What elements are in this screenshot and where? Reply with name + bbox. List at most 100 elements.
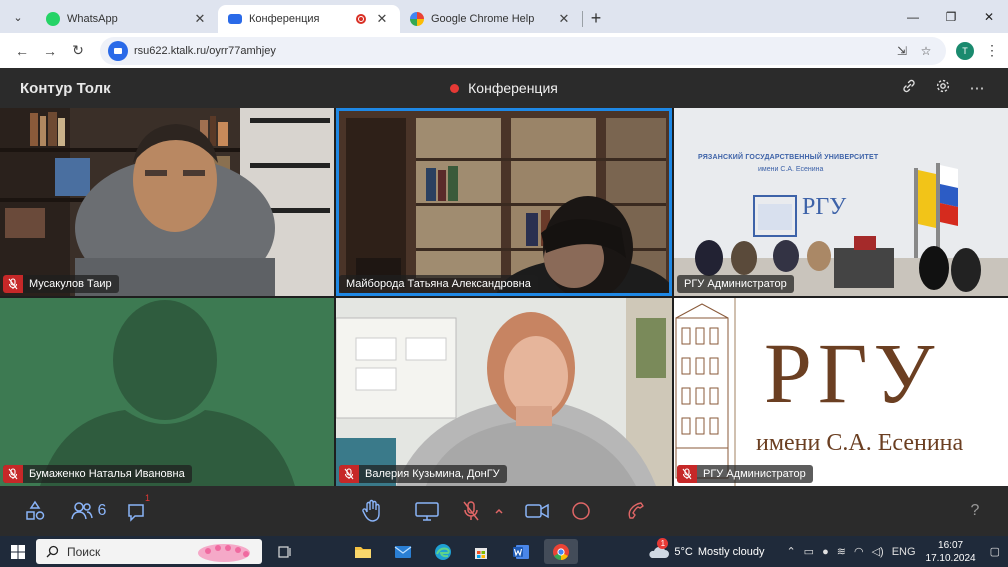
hang-up-icon — [628, 502, 644, 519]
tab-title: WhatsApp — [67, 13, 118, 25]
header-actions: ⋯ — [892, 68, 994, 108]
browser-menu-icon[interactable]: ⋮ — [984, 42, 1000, 59]
raise-hand-button[interactable] — [358, 496, 386, 526]
participant-tile[interactable]: Мусакулов Таир — [0, 108, 334, 296]
mic-off-icon — [463, 501, 479, 521]
mic-muted-icon — [3, 465, 23, 483]
conference-title: Конференция — [0, 68, 1008, 108]
apps-shapes-button[interactable] — [22, 496, 48, 526]
participants-button[interactable]: 6 — [66, 496, 110, 526]
tab-conference[interactable]: Конференция ✕ — [218, 5, 400, 33]
chevron-up-icon[interactable]: ⌃ — [786, 545, 795, 558]
participant-name-bar: РГУ Администратор — [677, 275, 794, 293]
participant-tile[interactable]: РГУ имени С.А. Есенина РГУ Администратор — [674, 298, 1008, 486]
camera-toggle-button[interactable] — [522, 496, 552, 526]
chat-button[interactable]: 1 — [124, 493, 152, 526]
microphone-toggle-button[interactable] — [458, 496, 484, 526]
participant-name-bar: РГУ Администратор — [677, 465, 813, 483]
tab-title: Конференция — [249, 13, 320, 25]
screen: ⌄ WhatsApp ✕ Конференция ✕ Google Chrome… — [0, 0, 1008, 567]
participant-tile-active-speaker[interactable]: Майборода Татьяна Александровна — [336, 108, 672, 296]
participant-name-bar: Мусакулов Таир — [3, 275, 119, 293]
help-button[interactable]: ? — [962, 496, 988, 526]
restore-icon[interactable]: ❐ — [932, 0, 970, 33]
camera-icon — [525, 503, 549, 519]
volume-icon[interactable]: ◁) — [872, 545, 884, 558]
screen-share-subtitle: имени С.А. Есенина — [756, 430, 964, 456]
search-placeholder: Поиск — [67, 544, 101, 559]
record-circle-icon — [572, 502, 590, 520]
install-app-icon[interactable]: ⇲ — [890, 44, 914, 58]
store-icon[interactable] — [466, 539, 496, 564]
bookmark-star-icon[interactable]: ☆ — [914, 44, 938, 58]
participant-name-bar: Валерия Кузьмина, ДонГУ — [339, 465, 507, 483]
weather-widget[interactable]: 1 5°C Mostly cloudy — [647, 537, 765, 559]
taskbar-search[interactable]: Поиск — [36, 539, 262, 564]
shapes-icon — [26, 500, 45, 520]
reload-icon[interactable]: ↻ — [64, 37, 92, 65]
task-view-icon[interactable] — [270, 539, 300, 564]
app-header: Контур Толк Конференция ⋯ — [0, 68, 1008, 108]
minimize-icon[interactable]: — — [894, 0, 932, 33]
battery-icon[interactable]: ▭ — [804, 545, 814, 558]
participant-name: Валерия Кузьмина, ДонГУ — [365, 468, 500, 480]
word-icon[interactable] — [506, 539, 536, 564]
site-info-icon[interactable] — [108, 40, 128, 61]
search-icon — [46, 545, 59, 558]
more-options-icon[interactable]: ⋯ — [960, 79, 994, 97]
taskbar-clock[interactable]: 16:07 17.10.2024 — [926, 539, 976, 565]
tab-whatsapp[interactable]: WhatsApp ✕ — [36, 5, 218, 33]
address-bar[interactable]: rsu622.ktalk.ru/oyrr77amhjey ⇲ ☆ — [100, 36, 946, 65]
weather-text: Mostly cloudy — [697, 545, 765, 558]
people-icon — [70, 502, 93, 520]
leave-call-button[interactable] — [622, 496, 650, 526]
link-icon[interactable] — [892, 78, 926, 98]
forward-arrow-icon[interactable]: → — [36, 37, 64, 65]
participants-count: 6 — [97, 502, 107, 519]
close-tab-icon[interactable]: ✕ — [192, 11, 208, 27]
app-brand: Контур Толк — [20, 79, 111, 97]
recording-icon — [356, 14, 366, 24]
close-tab-icon[interactable]: ✕ — [556, 11, 572, 27]
profile-avatar[interactable]: T — [956, 41, 974, 60]
back-arrow-icon[interactable]: ← — [8, 37, 36, 65]
tab-search-chevron-icon[interactable]: ⌄ — [4, 4, 32, 30]
participant-name: РГУ Администратор — [703, 468, 806, 480]
chrome-icon[interactable] — [544, 539, 578, 564]
notifications-icon[interactable]: ▢ — [990, 545, 1000, 558]
weather-temp: 5°C — [674, 545, 693, 558]
screen-share-button[interactable] — [412, 496, 442, 526]
participant-tile[interactable]: Бумаженко Наталья Ивановна — [0, 298, 334, 486]
windows-start-icon[interactable] — [0, 536, 36, 567]
clock-date: 17.10.2024 — [925, 552, 976, 564]
settings-gear-icon[interactable] — [926, 78, 960, 98]
new-tab-button[interactable]: + — [583, 5, 609, 31]
record-button[interactable] — [568, 496, 594, 526]
video-frame — [0, 108, 334, 296]
participant-name: РГУ Администратор — [684, 278, 787, 290]
search-highlight-decoration — [198, 544, 250, 562]
url-text[interactable]: rsu622.ktalk.ru/oyrr77amhjey — [134, 45, 890, 57]
video-frame — [336, 298, 672, 486]
participant-tile[interactable]: РЯЗАНСКИЙ ГОСУДАРСТВЕННЫЙ УНИВЕРСИТЕТ им… — [674, 108, 1008, 296]
chevron-up-icon — [495, 508, 503, 514]
wifi-icon[interactable]: ◠ — [854, 545, 864, 558]
screen-share-logo: РГУ — [764, 325, 941, 421]
mic-options-chevron[interactable] — [490, 496, 508, 526]
banner-text: РЯЗАНСКИЙ ГОСУДАРСТВЕННЫЙ УНИВЕРСИТЕТ — [698, 154, 879, 161]
whatsapp-icon — [46, 12, 60, 26]
participant-tile[interactable]: Валерия Кузьмина, ДонГУ — [336, 298, 672, 486]
mail-icon[interactable] — [388, 539, 418, 564]
close-tab-icon[interactable]: ✕ — [374, 11, 390, 27]
app-tray-icon[interactable]: ● — [822, 546, 829, 558]
tab-chrome-help[interactable]: Google Chrome Help ✕ — [400, 5, 582, 33]
conference-title-text: Конференция — [468, 80, 558, 96]
language-indicator[interactable]: ENG — [892, 546, 916, 558]
weather-badge: 1 — [657, 537, 669, 549]
ime-icon[interactable]: ≋ — [837, 545, 846, 558]
mic-muted-icon — [677, 465, 697, 483]
file-explorer-icon[interactable] — [348, 539, 378, 564]
close-window-icon[interactable]: ✕ — [970, 0, 1008, 33]
edge-icon[interactable] — [428, 539, 458, 564]
windows-taskbar: Поиск 1 5°C Mostly cloudy ⌃ ▭ ● ≋ ◠ ◁) E… — [0, 536, 1008, 567]
